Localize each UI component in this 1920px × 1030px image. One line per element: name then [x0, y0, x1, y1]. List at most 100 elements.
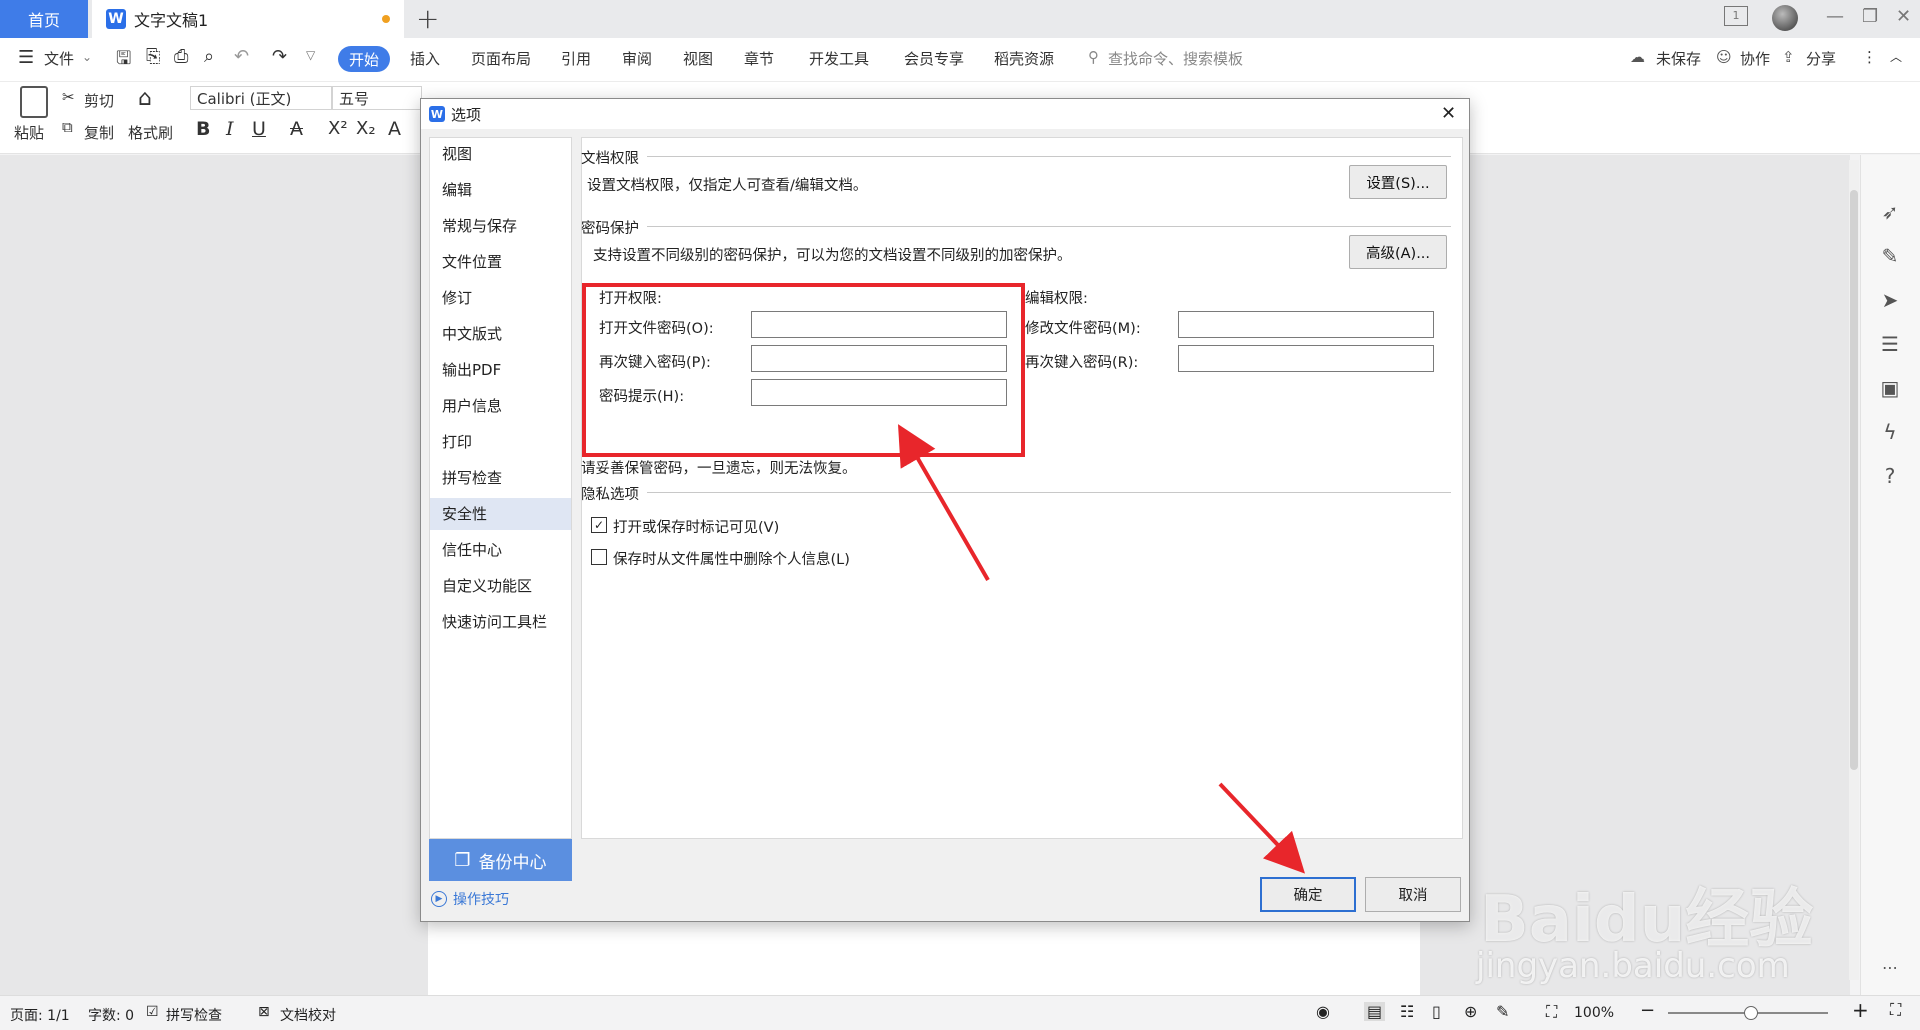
redo-icon[interactable]: ↷	[272, 46, 287, 67]
cursor-icon[interactable]: ➤	[1878, 288, 1902, 312]
nav-item-trust-center[interactable]: 信任中心	[430, 534, 571, 566]
menu-view[interactable]: 视图	[683, 48, 713, 69]
search-icon[interactable]: ⚲	[1088, 48, 1099, 66]
remove-personal-info-label[interactable]: 保存时从文件属性中删除个人信息(L)	[613, 548, 850, 569]
save-icon[interactable]: 🖫	[116, 46, 131, 76]
print-preview-icon[interactable]: ⌕	[204, 46, 214, 67]
collapse-ribbon-icon[interactable]: ︿	[1890, 48, 1902, 65]
reading-view-icon[interactable]: ▯	[1432, 1002, 1441, 1021]
font-name-select[interactable]: Calibri (正文)	[190, 86, 332, 110]
vertical-scrollbar[interactable]	[1849, 160, 1859, 980]
cut-icon[interactable]: ✂	[62, 88, 75, 106]
paste-label[interactable]: 粘贴	[14, 122, 44, 143]
eye-protect-icon[interactable]: ◉	[1316, 1002, 1330, 1021]
modify-password-input[interactable]	[1178, 311, 1434, 338]
zoom-in-icon[interactable]: +	[1852, 998, 1869, 1022]
superscript-icon[interactable]: X²	[328, 118, 348, 139]
menu-chapter[interactable]: 章节	[744, 48, 774, 69]
pen-icon[interactable]: ✎	[1878, 244, 1902, 268]
tab-home[interactable]: 首页	[0, 0, 88, 38]
menu-review[interactable]: 审阅	[622, 48, 652, 69]
minimize-icon[interactable]: —	[1826, 6, 1844, 27]
remove-personal-info-checkbox[interactable]	[591, 549, 607, 565]
paste-icon[interactable]	[20, 86, 48, 118]
italic-icon[interactable]: I	[226, 118, 234, 140]
copy-label[interactable]: 复制	[84, 122, 114, 143]
nav-item-security[interactable]: 安全性	[430, 498, 571, 530]
set-permission-button[interactable]: 设置(S)...	[1349, 165, 1447, 199]
file-chevron-down-icon[interactable]: ⌄	[82, 50, 92, 64]
tab-document[interactable]: W 文字文稿1	[92, 0, 404, 38]
cut-label[interactable]: 剪切	[84, 90, 114, 111]
reenter-open-password-input[interactable]	[751, 345, 1007, 372]
dialog-close-icon[interactable]: ✕	[1441, 103, 1456, 124]
cloud-icon[interactable]: ☁	[1630, 48, 1645, 66]
nav-item-edit[interactable]: 编辑	[430, 174, 571, 206]
lightning-icon[interactable]: ϟ	[1878, 420, 1902, 444]
new-tab-button[interactable]: +	[416, 2, 439, 35]
outline-view-icon[interactable]: ☷	[1400, 1002, 1414, 1021]
help-icon[interactable]: ?	[1878, 464, 1902, 488]
tips-link[interactable]: ▶ 操作技巧	[431, 889, 509, 909]
menu-start[interactable]: 开始	[338, 46, 390, 72]
page-count[interactable]: 页面: 1/1	[10, 1005, 70, 1025]
close-window-icon[interactable]: ✕	[1896, 6, 1911, 27]
mark-visible-label[interactable]: 打开或保存时标记可见(V)	[613, 516, 779, 537]
ok-button[interactable]: 确定	[1260, 877, 1356, 912]
mark-visible-checkbox[interactable]: ✓	[591, 517, 607, 533]
more-options-icon[interactable]: ⋮	[1862, 48, 1877, 66]
dialog-title-bar[interactable]: W 选项	[421, 99, 1469, 129]
nav-item-spell-check[interactable]: 拼写检查	[430, 462, 571, 494]
nav-item-chinese-layout[interactable]: 中文版式	[430, 318, 571, 350]
menu-developer[interactable]: 开发工具	[809, 48, 869, 69]
zoom-level[interactable]: 100%	[1574, 1005, 1614, 1021]
password-hint-input[interactable]	[751, 379, 1007, 406]
advanced-button[interactable]: 高级(A)...	[1349, 235, 1447, 269]
menu-references[interactable]: 引用	[561, 48, 591, 69]
write-view-icon[interactable]: ✎	[1496, 1002, 1509, 1021]
zoom-out-icon[interactable]: −	[1640, 1000, 1655, 1021]
subscript-icon[interactable]: X₂	[356, 118, 376, 139]
underline-icon[interactable]: U	[252, 118, 266, 140]
zoom-slider-handle[interactable]	[1744, 1006, 1758, 1020]
menu-page-layout[interactable]: 页面布局	[471, 48, 531, 69]
fit-page-icon[interactable]: ⛶	[1546, 1002, 1557, 1022]
nav-item-file-location[interactable]: 文件位置	[430, 246, 571, 278]
more-tools-icon[interactable]: ⋯	[1878, 958, 1902, 982]
proof-icon[interactable]: ⊠	[258, 1004, 270, 1020]
export-pdf-icon[interactable]: ⎘	[146, 46, 160, 67]
search-command-input[interactable]: 查找命令、搜索模板	[1108, 48, 1243, 69]
page-view-icon[interactable]: ▤	[1364, 1002, 1386, 1021]
text-effect-icon[interactable]: A	[388, 118, 401, 140]
window-layout-icon[interactable]: 1	[1724, 6, 1748, 26]
menu-docer[interactable]: 稻壳资源	[994, 48, 1054, 69]
menu-file[interactable]: 文件	[44, 48, 74, 69]
hamburger-icon[interactable]: ☰	[18, 47, 34, 68]
share-icon[interactable]: ⇪	[1782, 48, 1795, 66]
menu-insert[interactable]: 插入	[410, 48, 440, 69]
sliders-icon[interactable]: ☰	[1878, 332, 1902, 356]
image-tools-icon[interactable]: ▣	[1878, 376, 1902, 400]
nav-item-view[interactable]: 视图	[430, 138, 571, 170]
share-button[interactable]: 分享	[1806, 48, 1836, 69]
nav-item-user-info[interactable]: 用户信息	[430, 390, 571, 422]
nav-item-custom-ribbon[interactable]: 自定义功能区	[430, 570, 571, 602]
spell-check-icon[interactable]: ☑	[146, 1004, 159, 1020]
cancel-button[interactable]: 取消	[1365, 877, 1461, 912]
word-count[interactable]: 字数: 0	[88, 1005, 134, 1025]
fullscreen-icon[interactable]: ⛶	[1890, 1000, 1901, 1020]
copy-icon[interactable]: ⧉	[62, 118, 73, 136]
proof-button[interactable]: 文档校对	[280, 1005, 336, 1025]
collab-button[interactable]: 协作	[1740, 48, 1770, 69]
backup-center-button[interactable]: ❐ 备份中心	[429, 839, 572, 881]
spell-check-button[interactable]: 拼写检查	[166, 1005, 222, 1025]
format-painter-icon[interactable]: ⌂	[138, 86, 152, 111]
restore-icon[interactable]: ❐	[1862, 6, 1878, 27]
font-size-select[interactable]: 五号	[332, 86, 422, 110]
undo-icon[interactable]: ↶	[234, 46, 249, 67]
reenter-modify-password-input[interactable]	[1178, 345, 1434, 372]
menu-member[interactable]: 会员专享	[904, 48, 964, 69]
print-icon[interactable]: ⎙	[174, 46, 188, 67]
rocket-icon[interactable]: ➶	[1878, 200, 1902, 224]
quick-access-more-icon[interactable]: ▽	[306, 48, 315, 62]
